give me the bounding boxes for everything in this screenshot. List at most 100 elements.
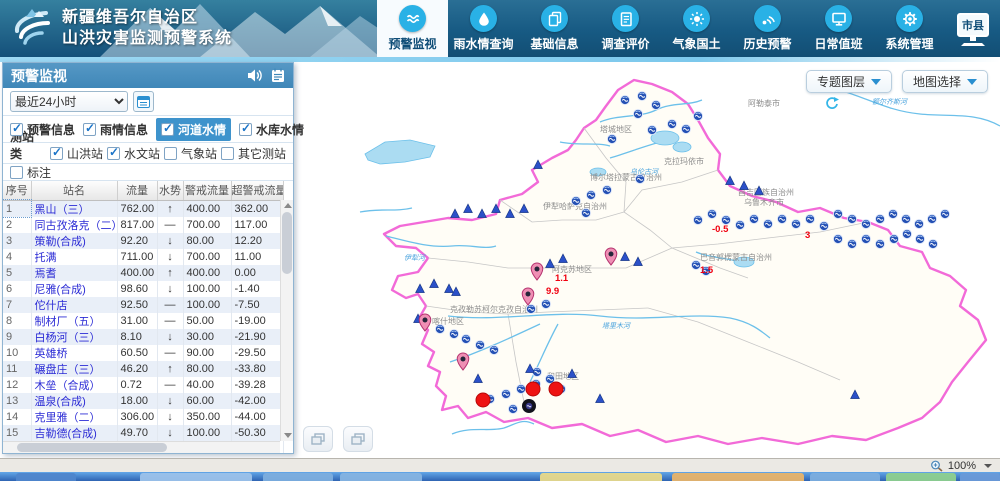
taskbar-button[interactable] (886, 473, 956, 481)
zoom-caret-icon[interactable] (984, 464, 992, 468)
mountain-station-marker[interactable] (478, 209, 487, 218)
river-station-marker[interactable] (914, 219, 923, 228)
column-header-6[interactable]: 超警戒流量 (231, 181, 283, 200)
river-station-marker[interactable] (602, 185, 611, 194)
river-station-marker[interactable] (633, 109, 642, 118)
river-station-marker[interactable] (763, 219, 772, 228)
river-station-marker[interactable] (749, 214, 758, 223)
taskbar-button[interactable] (672, 473, 804, 481)
station-type-checkbox-2[interactable]: 水文站 (107, 145, 160, 162)
filter-checkbox-1[interactable]: 预警信息 (10, 121, 75, 138)
vertical-scrollbar[interactable] (280, 200, 293, 441)
station-type-checkbox-4[interactable]: 其它测站 (221, 145, 286, 162)
river-station-marker[interactable] (508, 404, 517, 413)
river-station-marker[interactable] (516, 384, 525, 393)
speaker-icon[interactable] (247, 68, 264, 83)
table-row[interactable]: 9白杨河（三）8.10↓30.00-21.90 (3, 329, 283, 345)
map-select-button[interactable]: 地图选择 (902, 70, 988, 93)
river-station-marker[interactable] (833, 209, 842, 218)
river-station-marker[interactable] (847, 239, 856, 248)
red-alert-marker[interactable] (549, 382, 563, 396)
river-station-marker[interactable] (637, 91, 646, 100)
river-station-marker[interactable] (940, 209, 949, 218)
map-area[interactable]: 阿勒泰市塔城地区克拉玛依市博尔塔拉蒙古自治州伊犁哈萨克自治州昌吉回族自治州乌鲁木… (295, 62, 1000, 458)
river-station-marker[interactable] (888, 209, 897, 218)
river-station-marker[interactable] (735, 220, 744, 229)
river-station-marker[interactable] (791, 219, 800, 228)
taskbar-button[interactable] (810, 473, 880, 481)
river-station-marker[interactable] (693, 111, 702, 120)
annotate-checkbox[interactable]: 标注 (10, 164, 51, 181)
station-type-checkbox-1[interactable]: 山洪站 (50, 145, 103, 162)
zoom-level[interactable]: 100% (948, 460, 976, 472)
taskbar-button[interactable] (263, 473, 333, 481)
taskbar-button[interactable] (960, 473, 1000, 481)
black-alert-marker[interactable] (522, 399, 536, 413)
river-station-marker[interactable] (889, 234, 898, 243)
river-station-marker[interactable] (475, 340, 484, 349)
mountain-station-marker[interactable] (740, 181, 749, 190)
table-row[interactable]: 7佗什店92.50—100.00-7.50 (3, 297, 283, 313)
city-county-button[interactable]: 市县 (945, 0, 1000, 57)
river-station-marker[interactable] (461, 334, 470, 343)
calendar-button[interactable] (133, 91, 154, 112)
column-header-5[interactable]: 警戒流量 (183, 181, 231, 200)
river-station-marker[interactable] (833, 234, 842, 243)
river-station-marker[interactable] (647, 125, 656, 134)
nav-item-5[interactable]: 气象国土 (661, 0, 732, 57)
river-station-marker[interactable] (875, 239, 884, 248)
river-station-marker[interactable] (607, 134, 616, 143)
river-station-marker[interactable] (541, 299, 550, 308)
river-station-marker[interactable] (707, 209, 716, 218)
time-range-select[interactable]: 最近24小时 (10, 91, 128, 112)
river-station-marker[interactable] (927, 214, 936, 223)
nav-item-6[interactable]: 历史预警 (732, 0, 803, 57)
filter-checkbox-2[interactable]: 雨情信息 (83, 121, 148, 138)
river-station-marker[interactable] (651, 100, 660, 109)
taskbar-button[interactable] (540, 473, 662, 481)
river-station-marker[interactable] (861, 219, 870, 228)
horizontal-scrollbar-thumb[interactable] (17, 443, 167, 452)
taskbar-button[interactable] (140, 473, 252, 481)
river-station-marker[interactable] (928, 239, 937, 248)
table-row[interactable]: 11碾盘庄（三）46.20↑80.00-33.80 (3, 361, 283, 377)
mountain-station-marker[interactable] (451, 209, 460, 218)
column-header-3[interactable]: 流量 (117, 181, 157, 200)
station-type-checkbox-3[interactable]: 气象站 (164, 145, 217, 162)
table-row[interactable]: 6尼雅(合成)98.60↓100.00-1.40 (3, 281, 283, 297)
mountain-station-marker[interactable] (464, 204, 473, 213)
map-layers-button-1[interactable] (303, 426, 333, 452)
river-station-marker[interactable] (501, 389, 510, 398)
windows-taskbar[interactable] (0, 472, 1000, 481)
nav-item-7[interactable]: 日常值班 (803, 0, 874, 57)
river-station-marker[interactable] (902, 229, 911, 238)
column-header-1[interactable]: 序号 (3, 181, 31, 200)
column-header-4[interactable]: 水势 (157, 181, 183, 200)
table-row[interactable]: 10英雄桥60.50—90.00-29.50 (3, 345, 283, 361)
table-row[interactable]: 4托满711.00↓700.0011.00 (3, 249, 283, 265)
river-station-marker[interactable] (777, 214, 786, 223)
river-station-marker[interactable] (805, 214, 814, 223)
table-row[interactable]: 3策勒(合成)92.20↓80.0012.20 (3, 233, 283, 249)
taskbar-button[interactable] (340, 473, 422, 481)
river-station-marker[interactable] (526, 304, 535, 313)
filter-checkbox-3[interactable]: 河道水情 (156, 118, 231, 141)
table-row[interactable]: 8制材厂（五）31.00—50.00-19.00 (3, 313, 283, 329)
river-station-marker[interactable] (693, 215, 702, 224)
red-alert-marker[interactable] (526, 382, 540, 396)
river-station-marker[interactable] (489, 345, 498, 354)
table-row[interactable]: 2同古孜洛克（二）817.00—700.00117.00 (3, 217, 283, 233)
river-station-marker[interactable] (620, 95, 629, 104)
nav-item-3[interactable]: 基础信息 (519, 0, 590, 57)
river-station-marker[interactable] (847, 214, 856, 223)
river-station-marker[interactable] (635, 174, 644, 183)
river-station-marker[interactable] (667, 119, 676, 128)
table-row[interactable]: 15吉勒德(合成)49.70↓100.00-50.30 (3, 425, 283, 441)
notebook-icon[interactable] (271, 68, 285, 83)
river-station-marker[interactable] (581, 208, 590, 217)
river-station-marker[interactable] (901, 214, 910, 223)
nav-item-8[interactable]: 系统管理 (874, 0, 945, 57)
river-station-marker[interactable] (681, 124, 690, 133)
nav-item-1[interactable]: 预警监视 (377, 0, 448, 57)
red-alert-marker[interactable] (476, 393, 490, 407)
